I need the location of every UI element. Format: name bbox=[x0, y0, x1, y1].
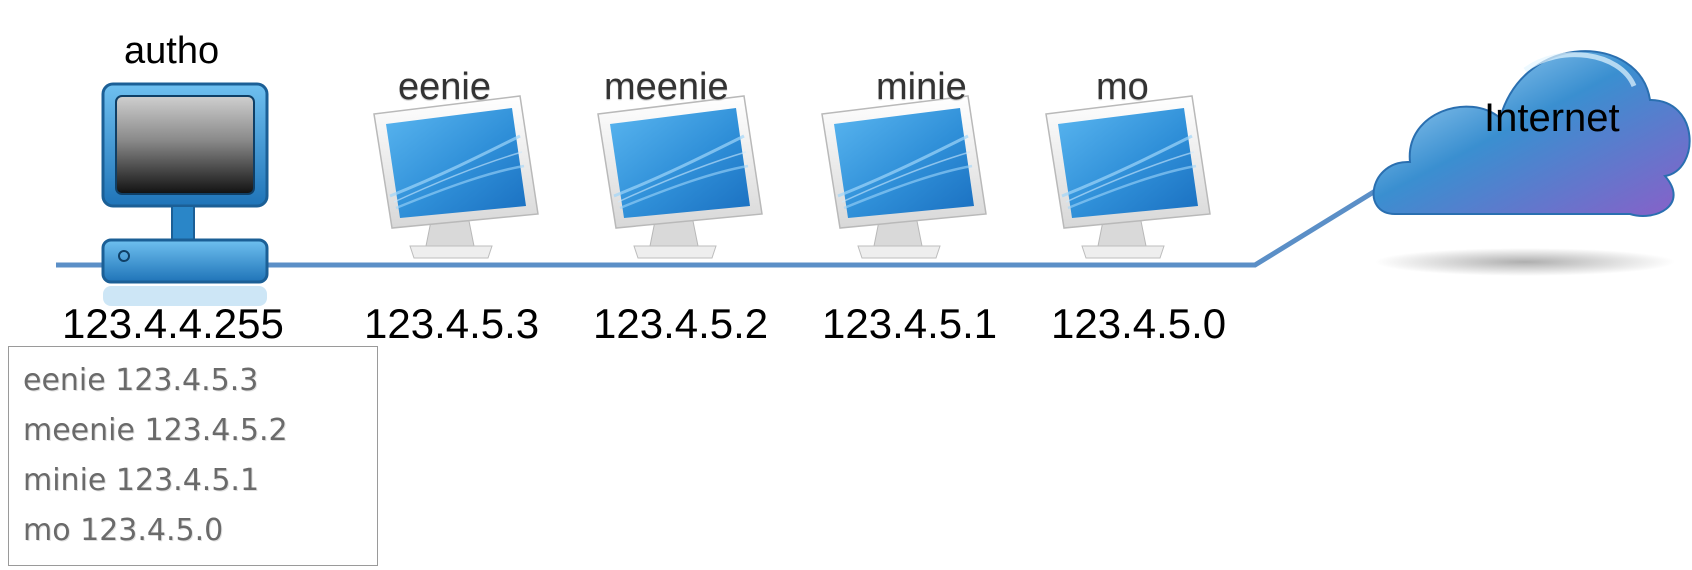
hosts-entry: meenie 123.4.5.2 bbox=[23, 413, 288, 448]
client-name-label: mo bbox=[1096, 66, 1149, 108]
client-ip-label: 123.4.5.2 bbox=[593, 300, 769, 347]
cloud-icon bbox=[1372, 50, 1691, 276]
monitor-icon-eenie bbox=[372, 94, 540, 260]
client-name-label: meenie bbox=[604, 66, 729, 108]
server-ip-label: 123.4.4.255 bbox=[62, 300, 284, 347]
monitor-icon-mo bbox=[1044, 94, 1212, 260]
client-name-label: minie bbox=[876, 66, 967, 108]
client-name-label: eenie bbox=[398, 66, 491, 108]
hosts-entry: eenie 123.4.5.3 bbox=[23, 363, 259, 398]
hosts-table: eenie 123.4.5.3 meenie 123.4.5.2 minie 1… bbox=[8, 346, 378, 566]
monitor-icon-meenie bbox=[596, 94, 764, 260]
server-icon bbox=[101, 82, 269, 306]
client-ip-label: 123.4.5.1 bbox=[822, 300, 998, 347]
server-name-label: autho bbox=[124, 30, 220, 72]
hosts-entry: mo 123.4.5.0 bbox=[23, 513, 224, 548]
hosts-entry: minie 123.4.5.1 bbox=[23, 463, 260, 498]
client-ip-label: 123.4.5.3 bbox=[364, 300, 540, 347]
client-ip-label: 123.4.5.0 bbox=[1051, 300, 1227, 347]
internet-label: Internet bbox=[1484, 96, 1620, 140]
monitor-icon-minie bbox=[820, 94, 988, 260]
